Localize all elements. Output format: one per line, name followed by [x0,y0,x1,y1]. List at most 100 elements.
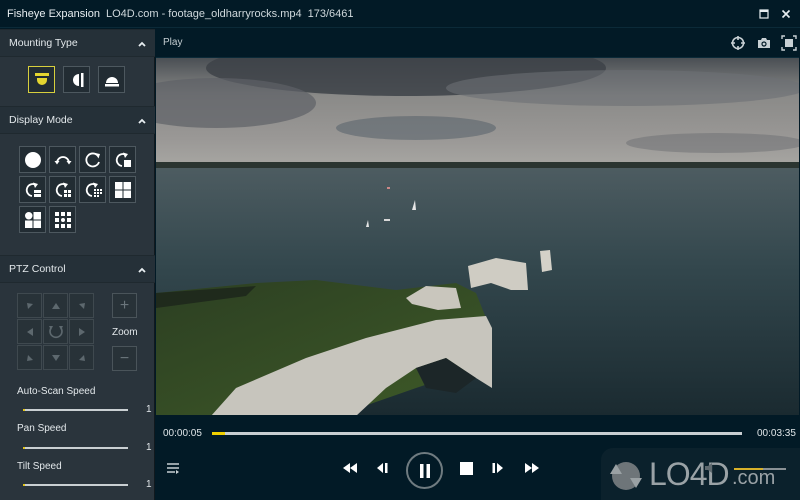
display-mode-title: Display Mode [9,114,73,126]
pause-button[interactable] [406,452,443,489]
volume-button[interactable] [702,460,718,476]
wall-camera-icon [72,72,83,87]
play-header: Play [156,29,800,57]
arrow-up-icon [51,302,60,309]
display-mode-header[interactable]: Display Mode [0,106,155,134]
auto-scan-speed-slider[interactable] [23,409,128,411]
playlist-icon [167,463,179,474]
watermark: LO4D .com [601,448,800,500]
mode-nine-view-button[interactable] [49,206,76,233]
seek-bar-fill [212,432,225,435]
target-icon [731,36,745,50]
fullscreen-icon [781,35,797,51]
circle-icon [24,151,41,168]
file-name: LO4D.com - footage_oldharryrocks.mp4 [105,7,302,20]
close-button[interactable] [778,6,794,22]
stop-button[interactable] [456,458,476,478]
mount-wall-button[interactable] [63,66,90,93]
mode-original-button[interactable] [19,146,46,173]
playback-controls: 00:00:05 00:03:35 LO4D .com [156,415,800,500]
snapshot-button[interactable] [756,35,772,51]
ptz-down-right-button[interactable] [69,345,94,370]
video-frame[interactable] [156,57,799,415]
arrow-down-left-icon [26,354,33,361]
arc-arrow-icon [54,155,71,164]
title-bar: Fisheye Expansion LO4D.com - footage_old… [0,0,800,28]
zoom-out-button[interactable]: − [112,346,137,371]
ptz-right-button[interactable] [69,319,94,344]
volume-slider[interactable] [734,468,786,470]
volume-fill [734,468,763,470]
ptz-down-button[interactable] [43,345,68,370]
pause-icon [419,463,430,478]
quad-grid-icon [114,181,131,198]
mode-quad-button[interactable] [109,176,136,203]
step-forward-button[interactable] [488,458,508,478]
pan-speed-slider[interactable] [23,447,128,449]
mode-panorama-180-button[interactable] [49,146,76,173]
plus-icon: + [119,296,130,314]
mode-panorama-360-plus-6-button[interactable] [79,176,106,203]
zoom-in-button[interactable]: + [112,293,137,318]
chevron-up-icon [138,118,146,124]
arrow-right-icon [78,327,85,336]
rotate-split-icon [25,182,41,197]
video-scene [156,58,799,415]
slider-fill [23,447,26,449]
arrow-left-icon [26,327,33,336]
app-title: Fisheye Expansion [7,7,100,20]
minus-icon: − [119,349,130,367]
ptz-up-right-button[interactable] [69,293,94,318]
seek-bar[interactable] [212,432,742,435]
ptz-auto-scan-button[interactable] [43,319,68,344]
horizon-coastline [156,162,799,168]
target-button[interactable] [730,35,746,51]
slider-fill [23,409,26,411]
maximize-button[interactable] [756,6,772,22]
ptz-up-button[interactable] [43,293,68,318]
fast-forward-icon [525,463,539,473]
ptz-left-button[interactable] [17,319,42,344]
rotate-grid6-icon [85,182,102,197]
chevron-up-icon [138,267,146,273]
rotate-grid-icon [55,182,71,197]
arrow-up-left-icon [26,302,33,309]
mode-panorama-360-plus-4-button[interactable] [49,176,76,203]
slider-fill [23,484,26,486]
lo4d-logo-icon [610,462,642,490]
step-back-button[interactable] [372,458,392,478]
mounting-type-header[interactable]: Mounting Type [0,29,155,57]
pan-speed-value: 1 [146,442,152,453]
chevron-up-icon [138,41,146,47]
ptz-down-left-button[interactable] [17,345,42,370]
play-label: Play [163,37,183,48]
mode-panorama-360-plus-2-button[interactable] [19,176,46,203]
ptz-control-header[interactable]: PTZ Control [0,255,155,283]
mount-ceiling-button[interactable] [28,66,55,93]
current-time: 00:00:05 [163,428,202,439]
arrow-up-right-icon [78,302,85,309]
mount-desktop-button[interactable] [98,66,125,93]
mode-panorama-360-button[interactable] [79,146,106,173]
fullscreen-button[interactable] [781,35,797,51]
camera-icon [758,38,770,48]
rewind-button[interactable] [340,458,360,478]
ptz-up-left-button[interactable] [17,293,42,318]
step-back-icon [377,463,388,473]
desktop-camera-icon [104,76,119,86]
tilt-speed-label: Tilt Speed [17,461,62,472]
volume-icon [705,463,712,473]
rotate-icon [48,325,63,338]
mode-panorama-360-plus-1-button[interactable] [109,146,136,173]
fast-forward-button[interactable] [522,458,542,478]
tilt-speed-slider[interactable] [23,484,128,486]
maximize-icon [759,9,769,19]
arrow-down-icon [51,354,60,361]
playlist-button[interactable] [164,459,182,477]
sidebar: Mounting Type Display Mode PTZ Control +… [0,29,155,500]
step-forward-icon [492,463,503,473]
mode-fisheye-plus-3-button[interactable] [19,206,46,233]
fisheye-grid-icon [24,211,41,228]
close-icon [781,9,791,19]
sea-stack [540,250,552,272]
